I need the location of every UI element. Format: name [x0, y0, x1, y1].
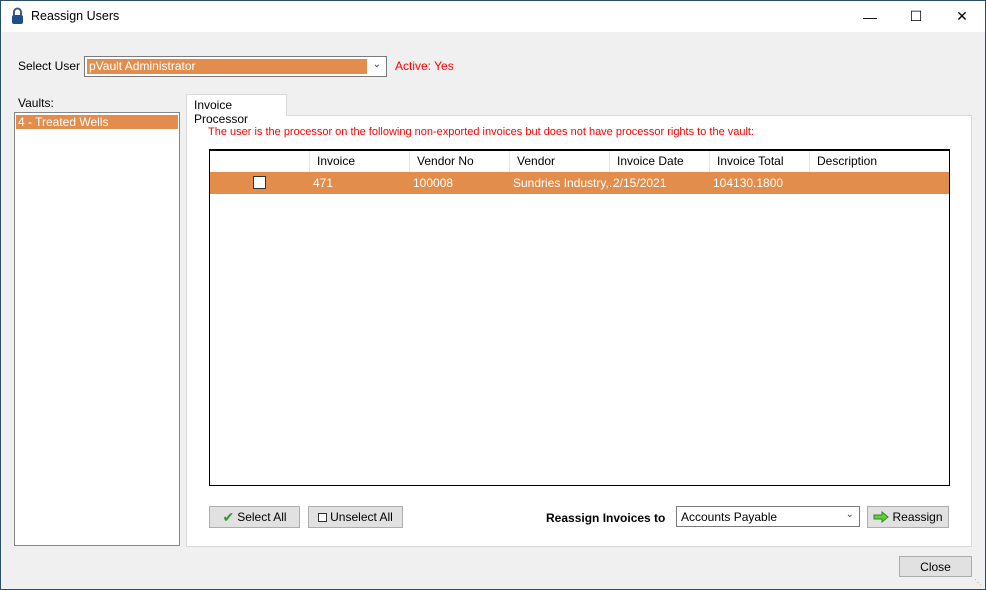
cell-invoice-date: 2/15/2021	[613, 176, 667, 190]
reassign-button[interactable]: Reassign	[867, 506, 949, 528]
column-header-vendor-no[interactable]: Vendor No	[410, 151, 510, 172]
maximize-button[interactable]: ☐	[893, 1, 939, 32]
cell-invoice-total: 104130.1800	[713, 176, 784, 190]
column-header-invoice[interactable]: Invoice	[310, 151, 410, 172]
reassign-to-value: Accounts Payable	[681, 510, 778, 524]
select-all-button[interactable]: ✔ Select All	[209, 506, 300, 528]
column-header-description[interactable]: Description	[810, 151, 949, 172]
column-header-vendor[interactable]: Vendor	[510, 151, 610, 172]
select-user-label: Select User	[18, 59, 81, 73]
close-button[interactable]: Close	[899, 556, 972, 577]
window-title: Reassign Users	[31, 9, 120, 23]
column-header-invoice-date[interactable]: Invoice Date	[610, 151, 710, 172]
cell-description	[808, 172, 813, 194]
vault-item[interactable]: 4 - Treated Wells	[16, 115, 178, 129]
active-status: Active: Yes	[395, 59, 454, 73]
table-row[interactable]: 471 100008 Sundries Industry,... 2/15/20…	[210, 172, 949, 194]
reassign-to-label: Reassign Invoices to	[546, 511, 666, 525]
unselect-all-button[interactable]: Unselect All	[308, 506, 403, 528]
arrow-right-icon	[873, 511, 890, 523]
select-user-value: pVault Administrator	[87, 59, 367, 74]
invoice-grid: Invoice Vendor No Vendor Invoice Date In…	[209, 149, 950, 486]
vaults-label: Vaults:	[18, 96, 54, 110]
lock-icon	[12, 7, 23, 24]
title-bar: Reassign Users — ☐ ✕	[1, 1, 985, 32]
unselect-all-label: Unselect All	[330, 510, 393, 524]
reassign-to-dropdown[interactable]: Accounts Payable ⌄	[676, 506, 860, 527]
minimize-button[interactable]: —	[847, 1, 893, 32]
warning-message: The user is the processor on the followi…	[208, 126, 755, 138]
reassign-label: Reassign	[892, 510, 943, 524]
select-all-label: Select All	[237, 510, 287, 524]
close-window-button[interactable]: ✕	[939, 1, 985, 32]
column-header-select	[210, 151, 310, 172]
chevron-down-icon: ⌄	[845, 509, 854, 520]
cell-vendor: Sundries Industry,...	[513, 176, 619, 190]
vaults-list[interactable]: 4 - Treated Wells	[14, 112, 180, 546]
empty-checkbox-icon	[318, 512, 328, 522]
checkmark-icon: ✔	[222, 508, 235, 525]
grid-header: Invoice Vendor No Vendor Invoice Date In…	[210, 151, 949, 172]
tab-invoice-processor[interactable]: Invoice Processor	[186, 94, 287, 126]
chevron-down-icon: ⌄	[372, 59, 381, 70]
select-user-dropdown[interactable]: pVault Administrator ⌄	[84, 56, 387, 77]
resize-grip-icon[interactable]: ⋱	[974, 578, 982, 587]
row-checkbox[interactable]	[253, 176, 266, 189]
cell-invoice: 471	[313, 176, 334, 190]
cell-vendor-no: 100008	[413, 176, 454, 190]
column-header-invoice-total[interactable]: Invoice Total	[710, 151, 810, 172]
